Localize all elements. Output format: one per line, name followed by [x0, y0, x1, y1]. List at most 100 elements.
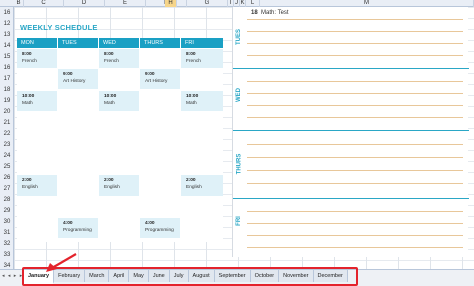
schedule-slot[interactable]: 4:00 Programming: [140, 218, 180, 238]
row-header[interactable]: 23: [0, 142, 14, 148]
note-line[interactable]: [247, 183, 463, 184]
note-line[interactable]: [247, 93, 463, 94]
schedule-slot[interactable]: 8:00 French: [17, 49, 57, 68]
row-header[interactable]: 31: [0, 230, 14, 236]
note-line[interactable]: [247, 247, 463, 248]
column-header[interactable]: E: [105, 0, 146, 7]
note-text[interactable]: Math: Test: [261, 10, 289, 16]
schedule-title: WEEKLY SCHEDULE: [20, 23, 98, 32]
column-header-selected[interactable]: H: [165, 0, 177, 7]
slot-time: 9:00: [63, 72, 73, 77]
note-line[interactable]: [247, 235, 463, 236]
slot-time: 2:00: [186, 178, 196, 183]
note-line[interactable]: [247, 157, 463, 158]
schedule-slot[interactable]: 8:00 French: [99, 49, 139, 68]
red-arrow-icon: [46, 253, 77, 272]
slot-subject: English: [186, 185, 202, 190]
schedule-slot[interactable]: 8:00 French: [181, 49, 223, 68]
slot-time: 8:00: [22, 52, 32, 57]
day-header: MON: [17, 38, 57, 48]
schedule-slot[interactable]: 9:00 Art History: [58, 69, 98, 89]
row-header[interactable]: 29: [0, 208, 14, 214]
schedule-slot[interactable]: 10:00 Math: [181, 91, 223, 111]
section-divider: [233, 198, 469, 199]
column-header[interactable]: G: [187, 0, 228, 7]
slot-subject: French: [104, 59, 119, 64]
column-header[interactable]: L: [246, 0, 260, 7]
slot-subject: Art History: [63, 79, 86, 84]
note-line[interactable]: [247, 55, 463, 56]
section-label-thurs: THURS: [236, 153, 243, 175]
note-line[interactable]: [247, 43, 463, 44]
row-header[interactable]: 14: [0, 43, 14, 49]
row-header[interactable]: 25: [0, 164, 14, 170]
day-header: THURS: [140, 38, 180, 48]
row-header[interactable]: 30: [0, 219, 14, 225]
section-divider: [233, 68, 469, 69]
note-line[interactable]: [247, 211, 463, 212]
slot-time: 10:00: [186, 94, 199, 99]
slot-subject: French: [186, 59, 201, 64]
day-header: TUES: [58, 38, 98, 48]
slot-subject: Math: [104, 101, 115, 106]
row-header[interactable]: 26: [0, 175, 14, 181]
slot-time: 2:00: [104, 178, 114, 183]
row-header[interactable]: 16: [0, 10, 14, 16]
row-header[interactable]: 22: [0, 131, 14, 137]
note-line[interactable]: [247, 117, 463, 118]
note-day-number: 18: [251, 10, 258, 16]
slot-time: 8:00: [104, 52, 114, 57]
schedule-slot[interactable]: 10:00 Math: [99, 91, 139, 111]
slot-subject: Math: [22, 101, 33, 106]
note-line[interactable]: [247, 144, 463, 145]
day-header: WED: [99, 38, 139, 48]
slot-time: 4:00: [63, 221, 73, 226]
section-label-fri: FRI: [235, 216, 242, 226]
slot-subject: English: [22, 185, 38, 190]
row-header[interactable]: 16: [0, 65, 14, 71]
slot-time: 4:00: [145, 221, 155, 226]
tab-scroll-buttons[interactable]: ◂ ◂ ▸ ▸: [2, 273, 23, 279]
weekly-notes-panel: 18 Math: Test TUES WED THURS FRI: [232, 7, 469, 257]
slot-subject: English: [104, 185, 120, 190]
row-header[interactable]: 18: [0, 87, 14, 93]
column-header[interactable]: C: [24, 0, 64, 7]
note-line[interactable]: [247, 105, 463, 106]
row-header[interactable]: 13: [0, 32, 14, 38]
note-line[interactable]: [247, 170, 463, 171]
schedule-slot[interactable]: 2:00 English: [99, 175, 139, 196]
row-header[interactable]: 24: [0, 153, 14, 159]
note-line[interactable]: [247, 19, 463, 20]
row-header[interactable]: 12: [0, 21, 14, 27]
column-header[interactable]: D: [64, 0, 105, 7]
schedule-slot[interactable]: 2:00 English: [181, 175, 223, 196]
row-header[interactable]: 15: [0, 54, 14, 60]
section-label-tues: TUES: [236, 28, 243, 46]
spreadsheet-window: B C D E F G H I J K L M 16 12 13 14 15 1…: [0, 0, 474, 286]
slot-time: 9:00: [145, 72, 155, 77]
row-header[interactable]: 28: [0, 197, 14, 203]
row-header[interactable]: 21: [0, 120, 14, 126]
section-divider: [233, 130, 469, 131]
slot-time: 2:00: [22, 178, 32, 183]
row-header[interactable]: 19: [0, 98, 14, 104]
row-header[interactable]: 32: [0, 241, 14, 247]
column-header[interactable]: M: [260, 0, 474, 7]
slot-subject: French: [22, 59, 37, 64]
row-header[interactable]: 20: [0, 109, 14, 115]
schedule-slot[interactable]: 10:00 Math: [17, 91, 57, 111]
note-line[interactable]: [247, 223, 463, 224]
schedule-slot[interactable]: 4:00 Programming: [58, 218, 98, 238]
column-header[interactable]: B: [14, 0, 24, 7]
schedule-slot[interactable]: 9:00 Art History: [140, 69, 180, 89]
slot-subject: Math: [186, 101, 197, 106]
row-header[interactable]: 33: [0, 252, 14, 258]
schedule-slot[interactable]: 2:00 English: [17, 175, 57, 196]
note-line[interactable]: [247, 31, 463, 32]
slot-subject: Programming: [63, 228, 92, 233]
note-line[interactable]: [247, 81, 463, 82]
slot-subject: Art History: [145, 79, 168, 84]
row-header[interactable]: 27: [0, 186, 14, 192]
day-header: FRI: [181, 38, 223, 48]
row-header[interactable]: 17: [0, 76, 14, 82]
